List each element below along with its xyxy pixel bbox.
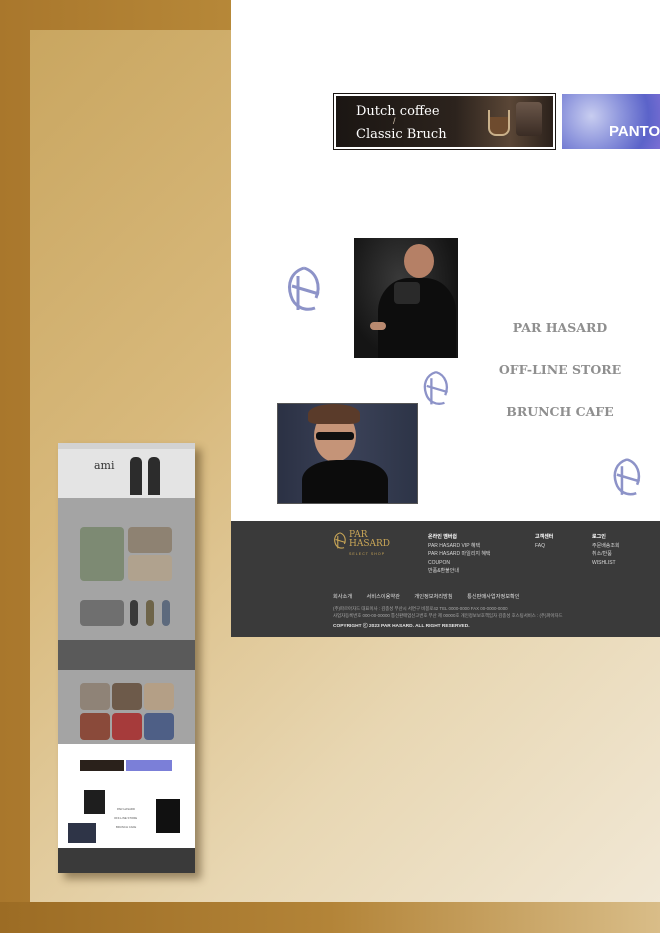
preview-gallery-image (144, 683, 174, 710)
footer-link[interactable]: COUPON (428, 559, 491, 568)
footer-column-head: 고객센터 (535, 534, 554, 540)
preview-menu-item: OFF-LINE STORE (114, 816, 138, 820)
preview-product-image (130, 600, 138, 626)
model-photo (277, 403, 418, 504)
preview-gallery-image (80, 683, 110, 710)
brand-mark-icon (334, 532, 346, 549)
preview-nav-bar (58, 443, 195, 449)
preview-model-figure (148, 457, 160, 495)
person-hair (308, 404, 360, 424)
footer-link[interactable]: FAQ (535, 542, 553, 551)
banner-title: PANTO (609, 123, 660, 140)
footer-info-line: 사업자등록번호 000-00-00000 통신판매업신고번호 부산 제 0000… (333, 612, 563, 618)
footer-brand-line2: HASARD (349, 539, 391, 549)
preview-footer (58, 848, 195, 873)
menu-offline-store[interactable]: OFF-LINE STORE (480, 354, 640, 396)
dutch-coffee-banner[interactable]: Dutch coffee / Classic Bruch (333, 93, 556, 150)
preview-photo (84, 790, 105, 814)
footer-policy-links: 회사소개 서비스이용약관 개인정보처리방침 통신판매사업자정보확인 (333, 593, 533, 600)
person-head (404, 244, 434, 278)
footer-column-head: 로그인 (592, 534, 606, 540)
store-menu: PAR HASARD OFF-LINE STORE BRUNCH CAFE (480, 312, 640, 438)
preview-gallery-image (80, 713, 110, 740)
footer-link-terms[interactable]: 서비스이용약관 (367, 594, 400, 600)
site-footer: PAR HASARD SELECT SHOP 온라인 멤버쉽 PAR HASAR… (231, 521, 660, 637)
preview-menu-item: BRUNCH CAFE (116, 825, 137, 829)
footer-link[interactable]: PAR HASARD VIP 혜택 (428, 542, 491, 551)
banner-title: Dutch coffee (356, 104, 440, 119)
footer-link-company[interactable]: 회사소개 (333, 594, 352, 600)
preview-product-image (80, 527, 124, 581)
preview-gallery-image (112, 713, 142, 740)
footer-company-info: (주)파르아자드 대표이사 : 김종성 부산시 서면구 비봉로42 TEL 00… (333, 606, 563, 619)
footer-brand-name: PAR HASARD (349, 531, 390, 549)
preview-dark-band (58, 640, 195, 670)
footer-column-membership: 온라인 멤버쉽 PAR HASARD VIP 혜택 PAR HASARD 마일리… (428, 533, 491, 576)
person-body (302, 460, 388, 503)
footer-link[interactable]: 취소/반품 (592, 550, 620, 559)
preview-product-image (128, 555, 172, 581)
preview-product-image (162, 600, 170, 626)
menu-brunch-cafe[interactable]: BRUNCH CAFE (480, 396, 640, 438)
photographer-photo (354, 238, 458, 358)
preview-photo (156, 799, 180, 833)
camera-icon (394, 282, 420, 304)
coffee-glass-icon (488, 110, 510, 136)
footer-column-head: 온라인 멤버쉽 (428, 534, 457, 540)
preview-hero (58, 443, 195, 498)
preview-gallery-image (144, 713, 174, 740)
preview-photo (68, 823, 96, 843)
person-hand (370, 322, 386, 330)
preview-coffee-banner (80, 760, 124, 771)
banner-subtitle: Classic Bruch (356, 127, 447, 142)
footer-brand-sub: SELECT SHOP (349, 552, 386, 556)
preview-brand: ami (94, 459, 115, 472)
preview-product-image (80, 600, 124, 626)
footer-column-login: 로그인 주문배송조회 취소/반품 WISHLIST (592, 533, 620, 567)
footer-copyright: COPYRIGHT ⓒ 2023 PAR HASARD. ALL RIGHT R… (333, 624, 470, 629)
preview-menu-item: PAR HASARD (117, 807, 135, 811)
preview-product-image (146, 600, 154, 626)
page-preview-thumbnail: ami PAR HASARD OFF-LINE STORE BRUNCH CAF… (58, 443, 195, 873)
preview-pantone-banner (126, 760, 172, 771)
brand-mark-icon (288, 266, 320, 311)
preview-gallery-image (112, 683, 142, 710)
footer-link[interactable]: WISHLIST (592, 559, 620, 568)
preview-product-image (128, 527, 172, 553)
preview-model-figure (130, 457, 142, 495)
coffee-pot-icon (516, 102, 542, 136)
brand-mark-icon (423, 370, 448, 405)
background-band (0, 902, 660, 933)
footer-link[interactable]: PAR HASARD 마일리지 혜택 (428, 550, 491, 559)
footer-column-support: 고객센터 FAQ (535, 533, 553, 550)
footer-link-business-info[interactable]: 통신판매사업자정보확인 (467, 594, 520, 600)
pantone-banner[interactable]: PANTO (562, 94, 660, 149)
menu-par-hasard[interactable]: PAR HASARD (480, 312, 640, 354)
sunglasses-icon (316, 432, 354, 440)
footer-link[interactable]: 주문배송조회 (592, 542, 620, 551)
banner-divider: / (393, 116, 396, 126)
footer-link-privacy[interactable]: 개인정보처리방침 (414, 594, 452, 600)
brand-mark-icon (613, 458, 641, 496)
footer-link[interactable]: 반품&환불안내 (428, 567, 491, 576)
